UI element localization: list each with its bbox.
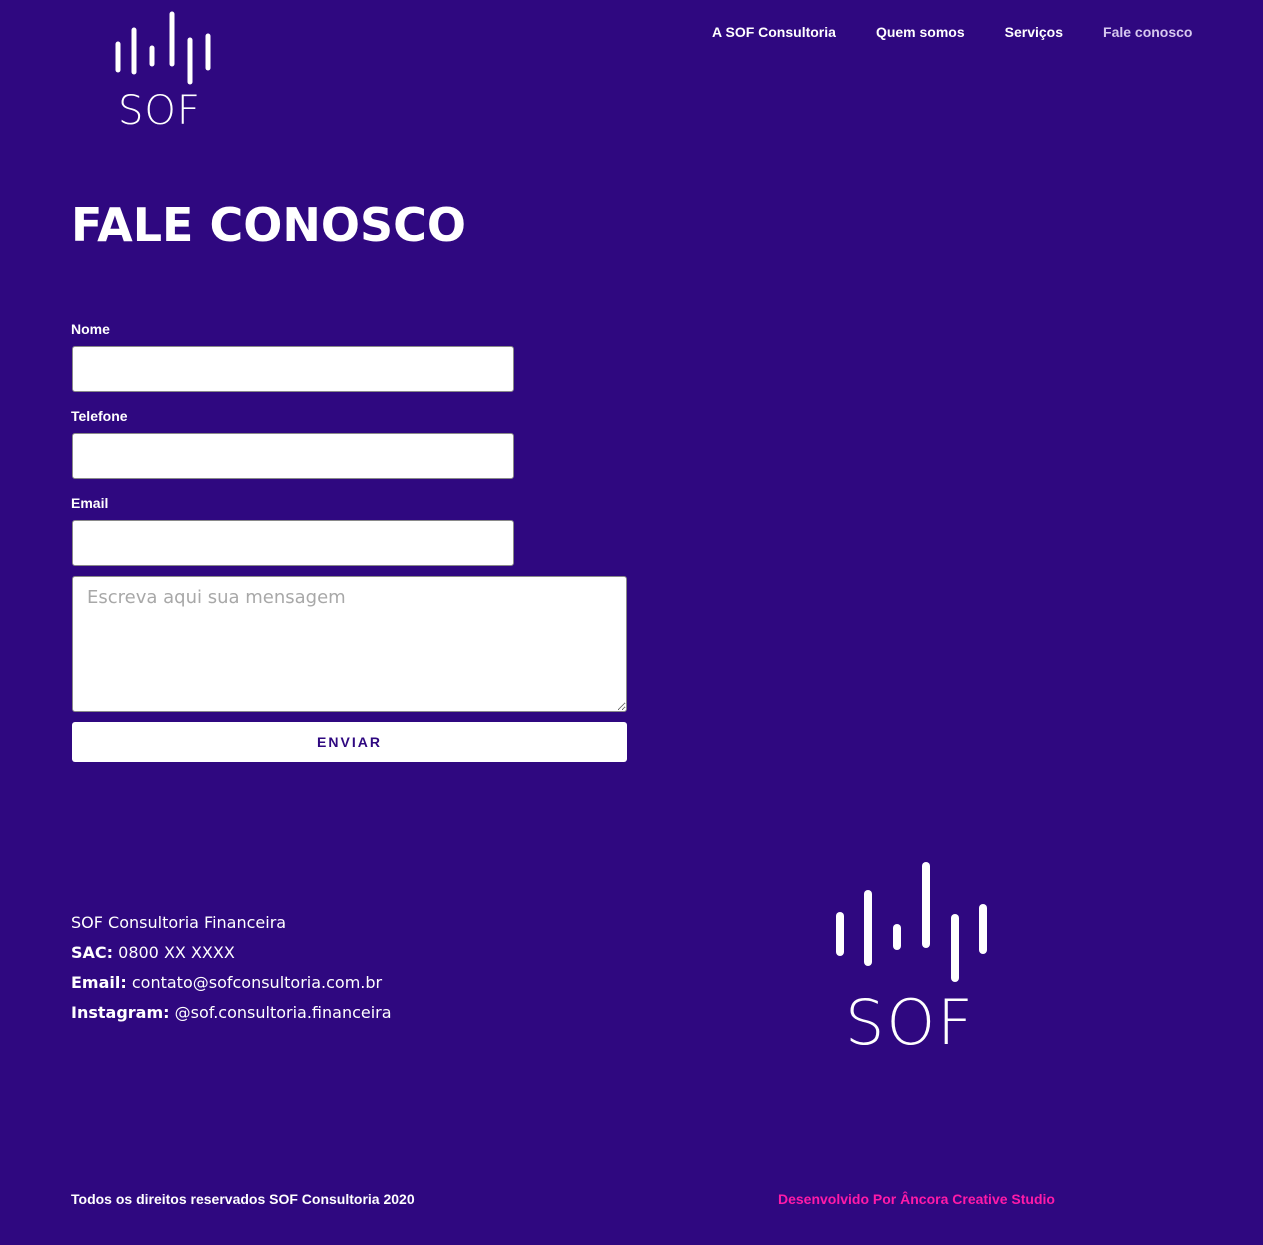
- instagram-value[interactable]: @sof.consultoria.financeira: [175, 1003, 392, 1022]
- footer-logo-text: SOF: [845, 986, 975, 1059]
- sound-bars-logo-icon: [836, 862, 987, 982]
- sound-bars-logo-icon: [115, 11, 211, 85]
- sac-value: 0800 XX XXXX: [118, 943, 235, 962]
- nav-item-fale-conosco[interactable]: Fale conosco: [1103, 24, 1192, 40]
- submit-button[interactable]: ENVIAR: [72, 722, 627, 762]
- sac-line: SAC: 0800 XX XXXX: [71, 938, 392, 968]
- email-contact-label: Email:: [71, 973, 127, 992]
- nav-item-a-sof-consultoria[interactable]: A SOF Consultoria: [712, 24, 836, 40]
- developer-credit-link[interactable]: Desenvolvido Por Âncora Creative Studio: [778, 1191, 1055, 1207]
- email-contact-value[interactable]: contato@sofconsultoria.com.br: [132, 973, 382, 992]
- message-field[interactable]: [72, 576, 627, 712]
- nav-item-quem-somos[interactable]: Quem somos: [876, 24, 965, 40]
- name-field[interactable]: [72, 346, 514, 392]
- sac-label: SAC:: [71, 943, 114, 962]
- page-title: FALE CONOSCO: [71, 198, 466, 252]
- nav-item-servicos[interactable]: Serviços: [1005, 24, 1063, 40]
- email-line: Email: contato@sofconsultoria.com.br: [71, 968, 392, 998]
- email-label: Email: [71, 495, 109, 511]
- instagram-label: Instagram:: [71, 1003, 170, 1022]
- header-logo-text: SOF: [118, 88, 201, 134]
- name-label: Nome: [71, 321, 110, 337]
- phone-field[interactable]: [72, 433, 514, 479]
- email-field[interactable]: [72, 520, 514, 566]
- contact-info: SOF Consultoria Financeira SAC: 0800 XX …: [71, 908, 392, 1028]
- phone-label: Telefone: [71, 408, 128, 424]
- copyright-text: Todos os direitos reservados SOF Consult…: [71, 1191, 415, 1207]
- company-name: SOF Consultoria Financeira: [71, 913, 287, 932]
- instagram-line: Instagram: @sof.consultoria.financeira: [71, 998, 392, 1028]
- main-navigation: A SOF Consultoria Quem somos Serviços Fa…: [712, 24, 1232, 40]
